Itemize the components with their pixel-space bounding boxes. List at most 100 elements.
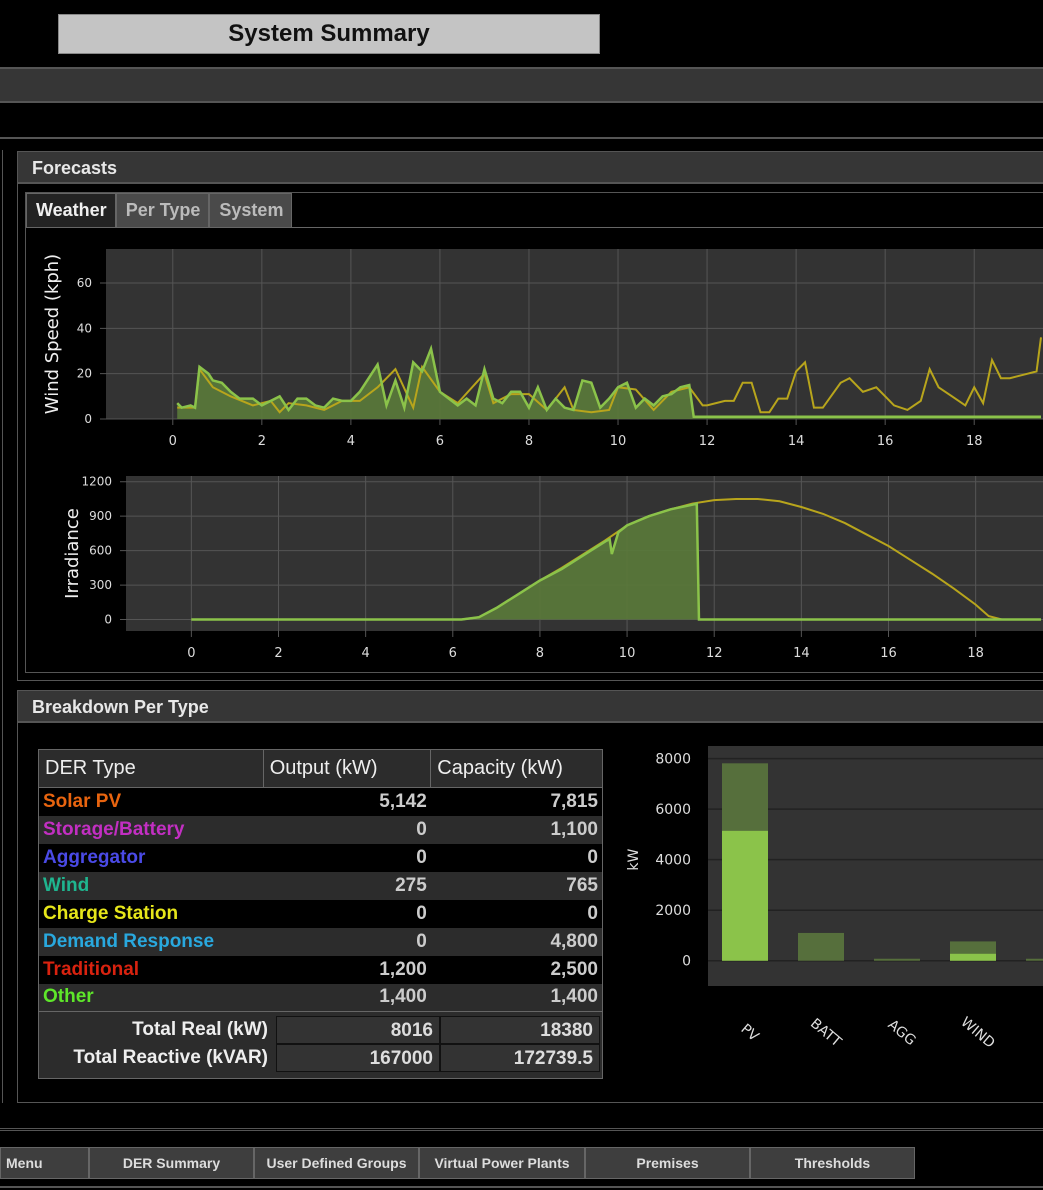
x-tick-label: 16 [877, 434, 894, 449]
x-tick-label: AGG [885, 1017, 919, 1049]
nav-der-summary[interactable]: DER Summary [89, 1147, 254, 1179]
breakdown-heading: Breakdown Per Type [18, 691, 1043, 723]
x-tick-label: 10 [619, 646, 636, 658]
total-reactive-row: Total Reactive (kVAR) 167000 172739.5 [39, 1044, 602, 1072]
y-tick-label: 4000 [655, 853, 691, 869]
der-type-cell: Wind [38, 871, 264, 900]
total-reactive-output: 167000 [276, 1044, 440, 1072]
y-tick-label: 6000 [655, 802, 691, 818]
y-tick-label: 40 [77, 321, 92, 335]
total-real-row: Total Real (kW) 8016 18380 [39, 1016, 602, 1044]
nav-thresholds[interactable]: Thresholds [750, 1147, 915, 1179]
y-tick-label: 0 [104, 613, 112, 627]
col-header-capacity: Capacity (kW) [430, 749, 603, 788]
der-type-cell: Aggregator [38, 843, 264, 872]
tab-weather[interactable]: Weather [26, 193, 116, 227]
x-tick-label: 6 [449, 646, 457, 658]
output-bar [950, 953, 996, 961]
nav-premises[interactable]: Premises [585, 1147, 750, 1179]
der-row: Charge Station 0 0 [38, 899, 603, 928]
x-tick-label: 18 [966, 434, 983, 449]
der-type-cell: Demand Response [38, 927, 264, 956]
forecasts-panel: Forecasts Weather Per Type System 0 20 40 6… [17, 151, 1043, 681]
total-real-output: 8016 [276, 1016, 440, 1044]
output-cell: 5,142 [263, 787, 431, 816]
output-cell: 1,400 [263, 983, 431, 1012]
output-cell: 0 [263, 899, 431, 928]
x-tick-label: 12 [699, 434, 716, 449]
bottom-divider [0, 1128, 1043, 1131]
capacity-cell: 1,400 [430, 983, 603, 1012]
der-row: Other 1,400 1,400 [38, 983, 603, 1012]
divider [0, 137, 1043, 139]
tab-per-type[interactable]: Per Type [115, 193, 210, 227]
y-tick-label: 20 [77, 367, 92, 381]
der-type-cell: Storage/Battery [38, 815, 264, 844]
nav-user-defined-groups[interactable]: User Defined Groups [254, 1147, 419, 1179]
der-row: Traditional 1,200 2,500 [38, 955, 603, 984]
capacity-cell: 0 [430, 899, 603, 928]
x-tick-label: WIND [957, 1014, 997, 1051]
x-tick-label: 4 [347, 434, 355, 449]
der-table-wrap: DER Type Output (kW) Capacity (kW) Solar… [38, 749, 603, 1079]
col-header-der-type: DER Type [38, 749, 264, 788]
capacity-cell: 2,500 [430, 955, 603, 984]
capacity-cell: 7,815 [430, 787, 603, 816]
nav-virtual-power-plants[interactable]: Virtual Power Plants [419, 1147, 585, 1179]
capacity-bar [1026, 958, 1043, 961]
output-cell: 0 [263, 815, 431, 844]
capacity-cell: 0 [430, 843, 603, 872]
output-bar [722, 830, 768, 961]
output-cell: 0 [263, 927, 431, 956]
nav-menu[interactable]: Menu [0, 1147, 89, 1179]
x-tick-label: PV [738, 1021, 762, 1045]
col-header-output: Output (kW) [263, 749, 432, 788]
capacity-cell: 1,100 [430, 815, 603, 844]
x-tick-label: 14 [788, 434, 805, 449]
output-cell: 1,200 [263, 955, 431, 984]
y-axis-label: Wind Speed (kph) [42, 254, 63, 414]
x-tick-label: 18 [967, 646, 984, 658]
der-table: DER Type Output (kW) Capacity (kW) Solar… [38, 749, 603, 1012]
y-tick-label: 0 [84, 412, 92, 426]
x-tick-label: 12 [706, 646, 723, 658]
x-tick-label: 14 [793, 646, 810, 658]
y-axis-label: Irradiance [62, 508, 83, 599]
bottom-divider-2 [0, 1186, 1043, 1188]
tab-system[interactable]: System [209, 193, 293, 227]
totals-block: Total Real (kW) 8016 18380 Total Reactiv… [38, 1012, 603, 1079]
y-tick-label: 600 [89, 544, 112, 558]
der-type-cell: Solar PV [38, 787, 264, 816]
capacity-cell: 4,800 [430, 927, 603, 956]
forecasts-heading: Forecasts [18, 152, 1043, 184]
der-row: Storage/Battery 0 1,100 [38, 815, 603, 844]
x-tick-label: 8 [536, 646, 544, 658]
y-axis-label: kW [626, 849, 642, 871]
y-tick-label: 2000 [655, 903, 691, 919]
page-title: System Summary [228, 20, 430, 47]
forecast-tabs: Weather Per Type System [26, 193, 293, 227]
x-tick-label: 0 [169, 434, 177, 449]
der-type-cell: Traditional [38, 955, 264, 984]
tab-underline [26, 227, 1043, 228]
capacity-bar [798, 932, 844, 961]
output-cell: 0 [263, 843, 431, 872]
der-row: Solar PV 5,142 7,815 [38, 787, 603, 816]
total-real-capacity: 18380 [440, 1016, 600, 1044]
total-reactive-label: Total Reactive (kVAR) [73, 1047, 268, 1068]
x-tick-label: 2 [258, 434, 266, 449]
wind-speed-chart: 0 20 40 60 0 2 4 6 8 10 12 14 16 18 Wind Speed (kph) [42, 249, 1043, 449]
y-tick-label: 0 [682, 954, 691, 970]
x-tick-label: 2 [274, 646, 282, 658]
toolbar-band [0, 67, 1043, 103]
output-cell: 275 [263, 871, 431, 900]
x-tick-label: 8 [525, 434, 533, 449]
x-tick-label: 10 [610, 434, 627, 449]
total-reactive-capacity: 172739.5 [440, 1044, 600, 1072]
x-tick-label: 0 [187, 646, 195, 658]
plot-area [106, 249, 1043, 419]
der-row: Aggregator 0 0 [38, 843, 603, 872]
der-type-cell: Other [38, 983, 264, 1012]
capacity-bar [874, 958, 920, 961]
der-bar-chart: 0 2000 4000 6000 8000 kW PV BATT AGG WIND [626, 746, 1043, 1052]
